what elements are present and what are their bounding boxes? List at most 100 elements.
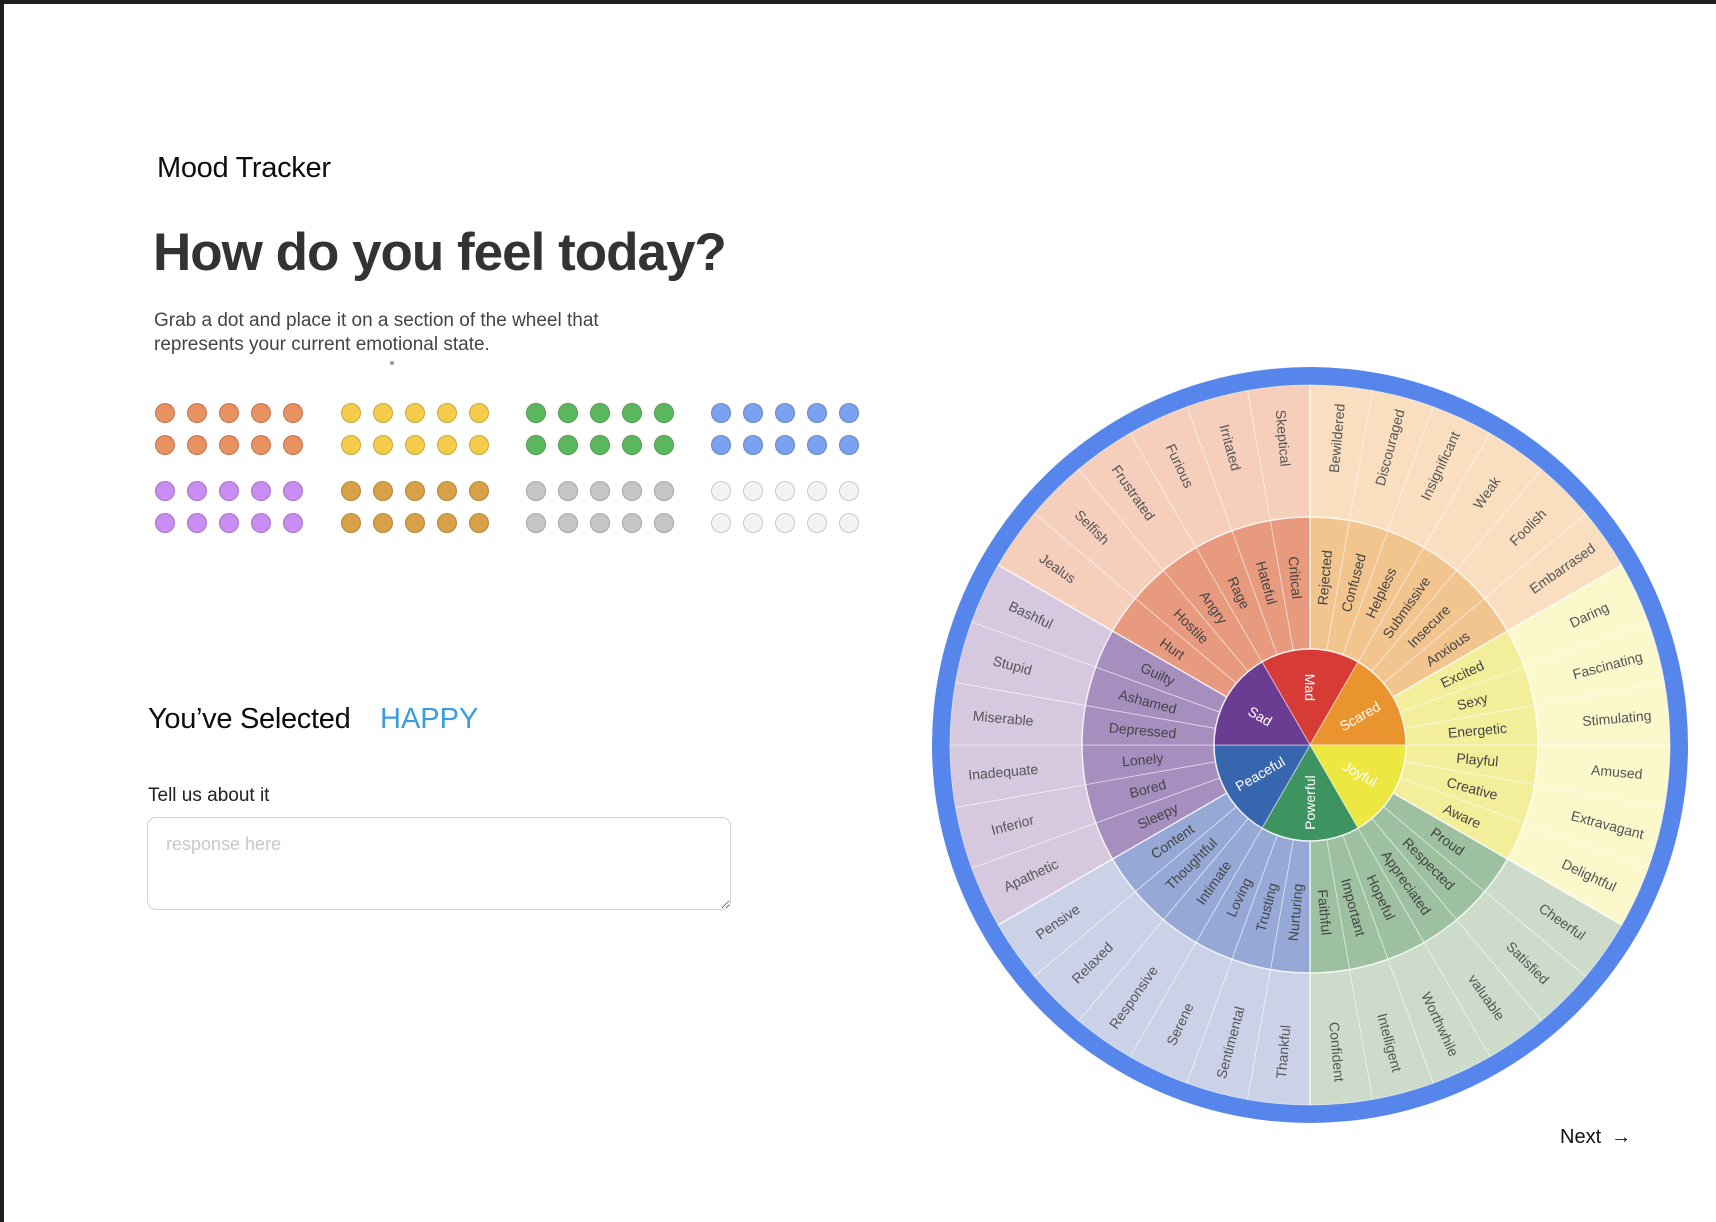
mood-dot[interactable] [622, 481, 642, 501]
mood-dot[interactable] [590, 513, 610, 533]
mood-dot[interactable] [155, 481, 175, 501]
mood-dot[interactable] [590, 481, 610, 501]
mood-dot[interactable] [283, 513, 303, 533]
mood-dot[interactable] [622, 513, 642, 533]
window-top-border [0, 0, 1716, 4]
mood-dot[interactable] [251, 403, 271, 423]
mood-dot[interactable] [775, 481, 795, 501]
mood-dot[interactable] [622, 435, 642, 455]
mood-dot[interactable] [839, 403, 859, 423]
mood-dot[interactable] [437, 513, 457, 533]
core-label-powerful: Powerful [1302, 775, 1318, 829]
mood-dot[interactable] [283, 435, 303, 455]
mood-dot[interactable] [807, 435, 827, 455]
mood-dot[interactable] [775, 403, 795, 423]
mood-dot[interactable] [654, 403, 674, 423]
mood-dot[interactable] [437, 481, 457, 501]
mood-dot[interactable] [526, 435, 546, 455]
mood-dot[interactable] [373, 435, 393, 455]
mood-dot[interactable] [469, 403, 489, 423]
next-button[interactable]: Next → [1560, 1126, 1631, 1149]
mood-dot[interactable] [558, 403, 578, 423]
mood-dot[interactable] [373, 481, 393, 501]
dot-group [155, 481, 315, 533]
mood-dot[interactable] [405, 513, 425, 533]
mood-dot[interactable] [558, 481, 578, 501]
instructions-text: Grab a dot and place it on a section of … [154, 310, 599, 355]
mood-dot[interactable] [839, 481, 859, 501]
mood-dot[interactable] [155, 403, 175, 423]
arrow-right-icon: → [1611, 1126, 1632, 1148]
mood-dot[interactable] [558, 435, 578, 455]
mood-dot[interactable] [469, 481, 489, 501]
mood-dot[interactable] [373, 513, 393, 533]
mood-dot[interactable] [405, 435, 425, 455]
mood-dot[interactable] [405, 481, 425, 501]
mood-dot[interactable] [590, 403, 610, 423]
window-left-border [0, 0, 4, 1222]
mood-dot[interactable] [155, 513, 175, 533]
mood-dot[interactable] [526, 403, 546, 423]
mood-dot[interactable] [775, 513, 795, 533]
mood-dot[interactable] [839, 435, 859, 455]
mood-dot[interactable] [622, 403, 642, 423]
mood-dot[interactable] [711, 435, 731, 455]
mood-dot[interactable] [743, 513, 763, 533]
mood-dot[interactable] [283, 403, 303, 423]
mood-dot[interactable] [283, 481, 303, 501]
emotion-wheel[interactable]: Jealus Selfish Frustrated Furious Irritated S… [930, 365, 1690, 1125]
mood-dot[interactable] [341, 513, 361, 533]
core-label-mad: Mad [1302, 674, 1318, 701]
mood-dot[interactable] [743, 481, 763, 501]
mood-dot[interactable] [341, 481, 361, 501]
mood-dot[interactable] [341, 435, 361, 455]
mood-dot[interactable] [219, 403, 239, 423]
mood-dot[interactable] [219, 481, 239, 501]
mood-dot[interactable] [654, 435, 674, 455]
stray-dot [390, 361, 394, 365]
dot-group [526, 481, 686, 533]
mood-dot[interactable] [187, 481, 207, 501]
mood-dot[interactable] [155, 435, 175, 455]
mood-dot[interactable] [187, 403, 207, 423]
mood-dot[interactable] [711, 403, 731, 423]
mood-dot[interactable] [219, 435, 239, 455]
mood-dot[interactable] [526, 513, 546, 533]
mood-dot[interactable] [469, 513, 489, 533]
response-label: Tell us about it [148, 785, 270, 806]
mood-dot[interactable] [437, 403, 457, 423]
page-headline: How do you feel today? [153, 223, 727, 282]
mood-dot[interactable] [469, 435, 489, 455]
mood-dot[interactable] [654, 513, 674, 533]
mood-dot[interactable] [654, 481, 674, 501]
mood-dot[interactable] [187, 435, 207, 455]
response-textarea[interactable] [147, 817, 731, 910]
mood-dot[interactable] [590, 435, 610, 455]
mood-dot[interactable] [743, 403, 763, 423]
mood-dot[interactable] [743, 435, 763, 455]
mood-dot[interactable] [775, 435, 795, 455]
selected-label: You’ve Selected [148, 703, 351, 735]
mood-dot[interactable] [341, 403, 361, 423]
emotion-wheel-svg[interactable]: JealusSelfishFrustrated Furious Irritated S… [930, 365, 1690, 1125]
mood-dot[interactable] [219, 513, 239, 533]
mood-dot[interactable] [807, 513, 827, 533]
selected-mood-value: HAPPY [380, 703, 479, 735]
mood-dot[interactable] [526, 481, 546, 501]
mood-dot[interactable] [373, 403, 393, 423]
mood-dot[interactable] [807, 481, 827, 501]
mood-dot[interactable] [187, 513, 207, 533]
mood-dot[interactable] [405, 403, 425, 423]
mood-dot[interactable] [437, 435, 457, 455]
mood-dot[interactable] [251, 481, 271, 501]
mood-dot[interactable] [558, 513, 578, 533]
mood-dot[interactable] [839, 513, 859, 533]
dot-group [711, 403, 871, 455]
dot-group [526, 403, 686, 455]
mood-dot[interactable] [251, 435, 271, 455]
mood-dot[interactable] [711, 513, 731, 533]
mood-dot[interactable] [251, 513, 271, 533]
mood-dot[interactable] [711, 481, 731, 501]
app-title: Mood Tracker [157, 152, 331, 184]
mood-dot[interactable] [807, 403, 827, 423]
